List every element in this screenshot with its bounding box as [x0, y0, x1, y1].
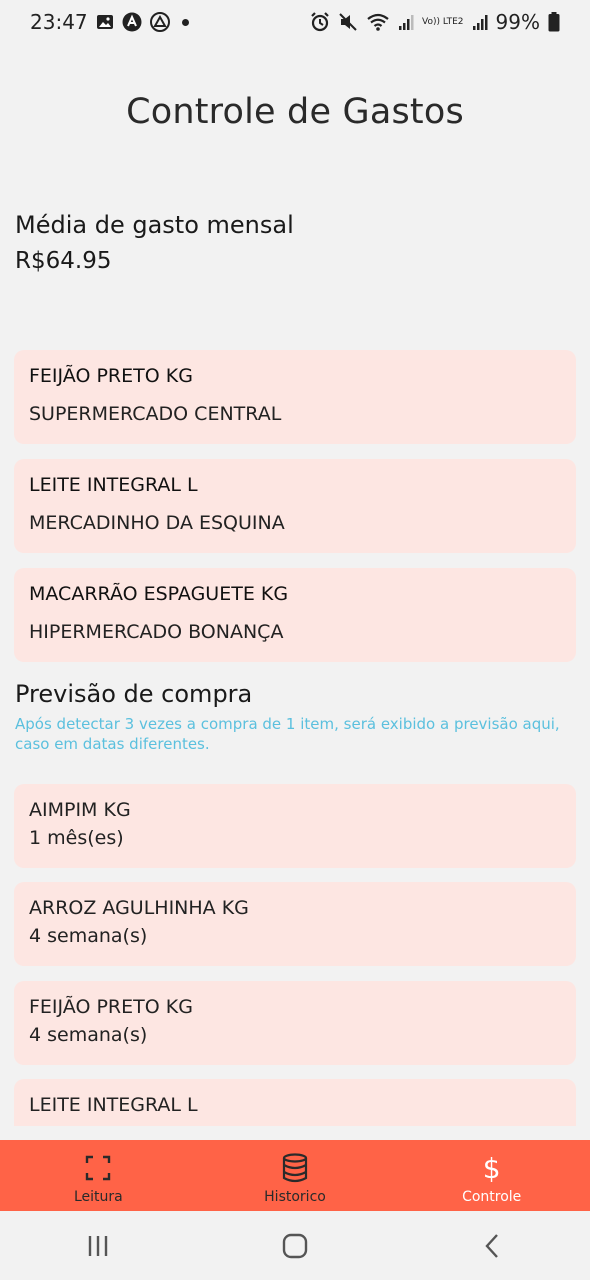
nav-historico[interactable]: Historico	[197, 1140, 394, 1211]
prediction-item-name: AIMPIM KG	[29, 799, 131, 821]
prediction-item-name: LEITE INTEGRAL L	[29, 1094, 198, 1116]
database-icon	[281, 1153, 309, 1183]
prediction-period: 4 semana(s)	[29, 925, 148, 947]
store-name: HIPERMERCADO BONANÇA	[29, 621, 284, 643]
back-button[interactable]	[462, 1221, 522, 1271]
top-item-card[interactable]: FEIJÃO PRETO KG SUPERMERCADO CENTRAL	[14, 350, 576, 444]
signal-2-icon	[472, 13, 488, 31]
nav-controle[interactable]: $ Controle	[393, 1140, 590, 1211]
prediction-period: 4 semana(s)	[29, 1024, 148, 1046]
content-scroll[interactable]: Controle de Gastos Média de gasto mensal…	[0, 44, 590, 1126]
app-a-icon	[122, 12, 142, 32]
home-icon	[282, 1233, 308, 1258]
store-name: MERCADINHO DA ESQUINA	[29, 512, 285, 534]
status-bar: 23:47 Vo)) LTE2 99%	[0, 0, 590, 44]
volte-icon: Vo)) LTE2	[422, 16, 464, 27]
item-name: MACARRÃO ESPAGUETE KG	[29, 583, 289, 605]
wifi-icon	[366, 12, 390, 32]
back-icon	[485, 1233, 498, 1258]
home-button[interactable]	[265, 1221, 325, 1271]
nav-leitura[interactable]: Leitura	[0, 1140, 197, 1211]
gallery-icon	[96, 14, 114, 30]
item-name: FEIJÃO PRETO KG	[29, 365, 193, 387]
item-name: LEITE INTEGRAL L	[29, 474, 198, 496]
battery-percent: 99%	[495, 10, 540, 34]
top-item-card[interactable]: LEITE INTEGRAL L MERCADINHO DA ESQUINA	[14, 459, 576, 553]
mute-icon	[338, 12, 358, 32]
scan-icon	[84, 1153, 112, 1183]
prediction-hint: Após detectar 3 vezes a compra de 1 item…	[15, 715, 560, 753]
page-title: Controle de Gastos	[126, 92, 464, 132]
prediction-card[interactable]: LEITE INTEGRAL L	[14, 1079, 576, 1126]
avg-spend-label: Média de gasto mensal	[15, 211, 294, 239]
app-triangle-icon	[149, 12, 170, 32]
nav-label: Controle	[462, 1189, 522, 1205]
system-nav	[0, 1211, 590, 1280]
dollar-icon: $	[482, 1151, 501, 1185]
store-name: SUPERMERCADO CENTRAL	[29, 403, 282, 425]
status-left: 23:47	[30, 10, 189, 34]
prediction-item-name: FEIJÃO PRETO KG	[29, 996, 193, 1018]
nav-label: Historico	[264, 1189, 326, 1205]
top-item-card[interactable]: MACARRÃO ESPAGUETE KG HIPERMERCADO BONAN…	[14, 568, 576, 662]
prediction-title: Previsão de compra	[15, 680, 253, 708]
battery-icon	[548, 12, 560, 32]
recent-apps-icon	[89, 1235, 108, 1256]
signal-icon	[398, 13, 414, 31]
bottom-nav: Leitura Historico $ Controle	[0, 1140, 590, 1211]
status-time: 23:47	[30, 10, 88, 34]
prediction-period: 1 mês(es)	[29, 827, 124, 849]
avg-spend-value: R$64.95	[15, 248, 112, 274]
recent-apps-button[interactable]	[68, 1221, 128, 1271]
status-right: Vo)) LTE2 99%	[310, 10, 560, 34]
prediction-card[interactable]: AIMPIM KG 1 mês(es)	[14, 784, 576, 868]
nav-label: Leitura	[73, 1189, 123, 1205]
prediction-item-name: ARROZ AGULHINHA KG	[29, 897, 249, 919]
alarm-icon	[310, 12, 330, 32]
prediction-card[interactable]: ARROZ AGULHINHA KG 4 semana(s)	[14, 882, 576, 966]
notification-dot-icon	[181, 18, 189, 26]
prediction-card[interactable]: FEIJÃO PRETO KG 4 semana(s)	[14, 981, 576, 1065]
